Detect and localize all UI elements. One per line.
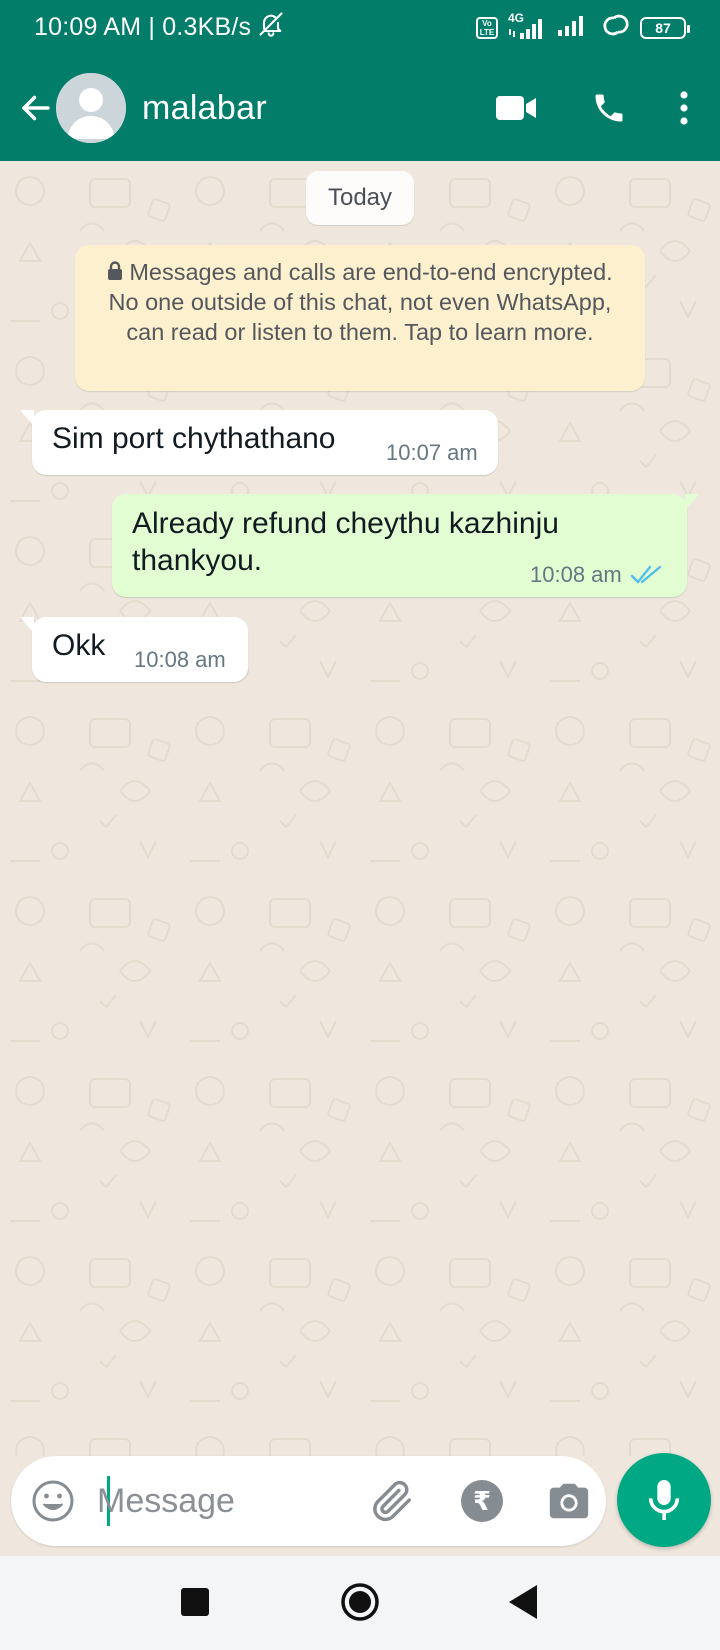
back-button[interactable]: [10, 82, 62, 134]
status-right: Vo LTE 4G 87: [476, 11, 690, 43]
phone-icon: [595, 94, 623, 122]
smiley-icon: [32, 1480, 74, 1522]
composer-area: ₹: [0, 1453, 720, 1556]
status-time-speed: 10:09 AM | 0.3KB/s: [34, 13, 252, 41]
message-text-line-2: thankyou.: [132, 544, 263, 577]
message-text: Sim port chythathano: [52, 422, 336, 455]
chat-area[interactable]: Today Messages and calls are end-to-end …: [0, 161, 720, 1456]
back-nav-button[interactable]: [508, 1584, 538, 1625]
battery-icon: 87: [640, 16, 690, 39]
lock-icon: [108, 261, 123, 280]
more-vert-icon: [680, 91, 688, 125]
video-call-button[interactable]: [482, 78, 552, 138]
voice-message-button[interactable]: [617, 1453, 711, 1547]
payment-button[interactable]: ₹: [461, 1480, 503, 1522]
message-text: Okk: [52, 629, 106, 662]
composer-box: ₹: [11, 1456, 606, 1546]
hotspot-link-icon: [600, 12, 632, 43]
camera-button[interactable]: [546, 1478, 592, 1529]
read-ticks-icon: [630, 565, 661, 584]
message-bubble-incoming[interactable]: Okk 10:08 am: [20, 617, 248, 682]
status-left: 10:09 AM | 0.3KB/s: [34, 10, 285, 45]
bubble-tail: [20, 617, 34, 633]
emoji-button[interactable]: [31, 1479, 75, 1528]
contact-name[interactable]: malabar: [142, 89, 267, 128]
signal-icon: [556, 12, 592, 43]
system-nav-bar: [0, 1556, 720, 1650]
message-time: 10:08 am: [134, 647, 226, 672]
header-actions: [482, 78, 720, 138]
bubble-tail: [20, 410, 34, 426]
microphone-icon: [648, 1480, 680, 1520]
volte-icon: Vo LTE: [476, 16, 498, 39]
date-divider-label: Today: [327, 184, 393, 211]
message-input[interactable]: [97, 1474, 357, 1528]
encryption-notice-text: Messages and calls are end-to-end encryp…: [108, 259, 613, 345]
message-bubble-incoming[interactable]: Sim port chythathano 10:07 am: [20, 410, 498, 475]
message-text-line-1: Already refund cheythu kazhinju: [132, 507, 559, 540]
message-time: 10:07 am: [386, 440, 478, 465]
default-avatar-icon: [56, 73, 126, 143]
more-options-button[interactable]: [664, 78, 704, 138]
chat-header: malabar: [0, 55, 720, 161]
square-icon: [181, 1588, 209, 1616]
bell-off-icon: [251, 10, 285, 45]
bubble-tail: [685, 494, 699, 510]
triangle-back-icon: [509, 1585, 537, 1619]
date-divider: Today: [306, 171, 414, 225]
arrow-left-icon: [22, 95, 50, 121]
recents-button[interactable]: [180, 1587, 210, 1622]
status-bar: 10:09 AM | 0.3KB/s Vo LTE 4G 87: [0, 0, 720, 55]
home-button[interactable]: [340, 1582, 380, 1627]
avatar[interactable]: [56, 73, 126, 143]
camera-icon: [549, 1483, 589, 1519]
video-camera-icon: [496, 96, 536, 120]
signal-4g-icon: 4G: [506, 11, 548, 41]
encryption-notice[interactable]: Messages and calls are end-to-end encryp…: [75, 245, 645, 391]
voice-call-button[interactable]: [574, 78, 644, 138]
circle-icon: [341, 1583, 379, 1621]
message-time: 10:08 am: [530, 562, 664, 588]
attach-button[interactable]: [369, 1478, 415, 1529]
rupee-icon: ₹: [472, 1485, 492, 1516]
paperclip-icon: [373, 1480, 411, 1522]
message-bubble-outgoing[interactable]: Already refund cheythu kazhinju thankyou…: [112, 494, 699, 597]
